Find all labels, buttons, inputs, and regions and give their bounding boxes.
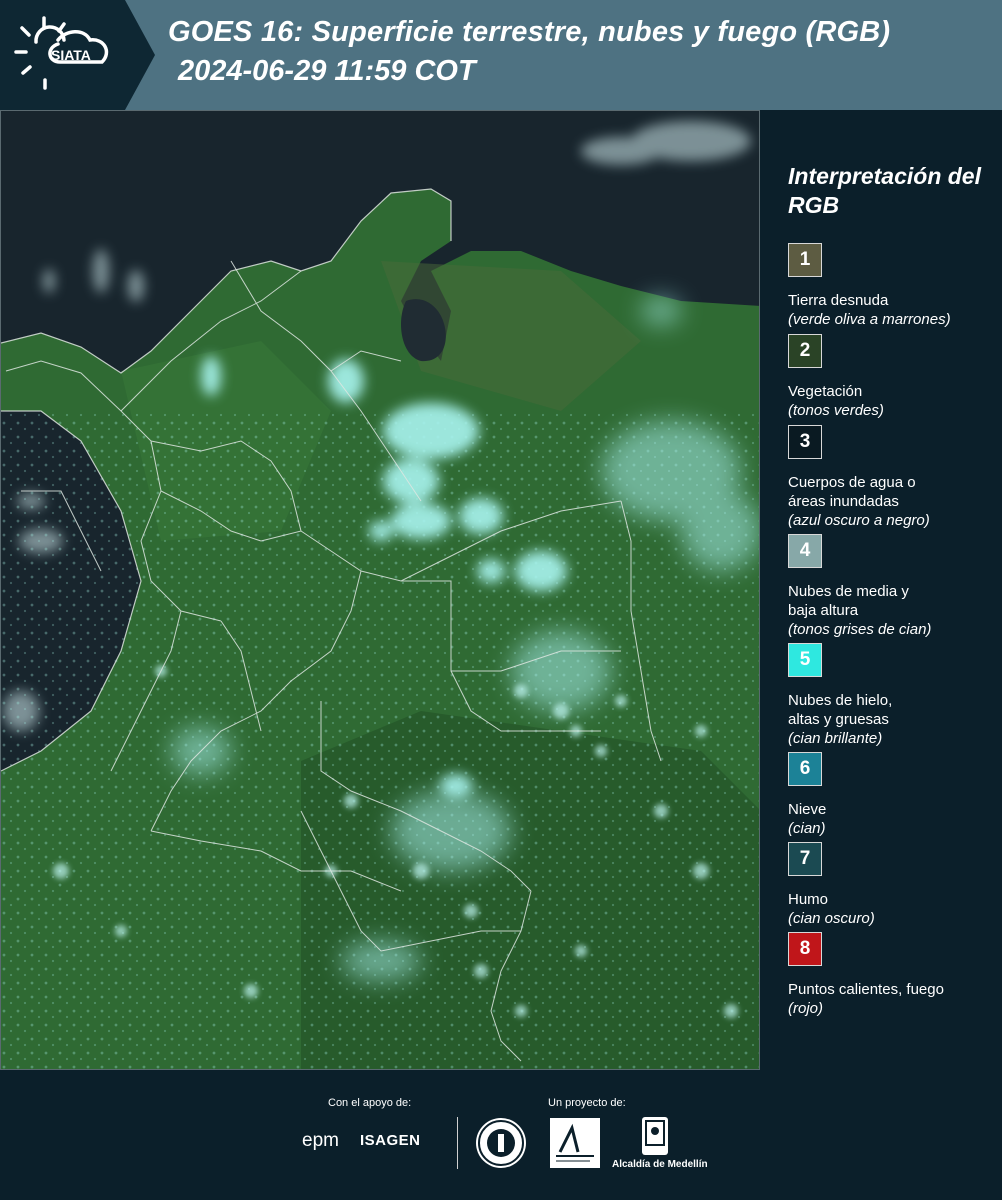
legend-item-5: 5 Nubes de hielo, altas y gruesas (cian … [788,643,998,748]
legend-label-7: Humo [788,891,829,908]
project-label: Un proyecto de: [548,1097,626,1109]
legend-label-2: Vegetación [788,383,863,400]
legend-item-8: 8 Puntos calientes, fuego (rojo) [788,932,998,1018]
legend-swatch-6: 6 [788,752,822,786]
alcaldia-shield-icon [642,1117,668,1155]
footer: Con el apoyo de: Un proyecto de: epm ISA… [0,1070,1002,1200]
alcaldia-label: Alcaldía de Medellín [612,1159,708,1170]
university-emblem [476,1118,526,1168]
legend-swatch-2: 2 [788,334,822,368]
legend-label-3: Cuerpos de agua o áreas inundadas [788,474,916,510]
legend-note-3: (azul oscuro a negro) [788,512,930,529]
footer-divider [457,1117,458,1169]
image-datetime: 2024-06-29 11:59 COT [178,55,476,87]
legend-item-2: 2 Vegetación (tonos verdes) [788,334,998,420]
legend-note-4: (tonos grises de cian) [788,621,932,638]
legend-swatch-3: 3 [788,425,822,459]
legend-note-1: (verde oliva a marrones) [788,311,951,328]
legend-note-6: (cian) [788,820,826,837]
legend-item-6: 6 Nieve (cian) [788,752,998,838]
page-title: GOES 16: Superficie terrestre, nubes y f… [168,16,891,48]
legend-swatch-7: 7 [788,842,822,876]
legend-label-6: Nieve [788,801,827,818]
legend-note-2: (tonos verdes) [788,402,884,419]
support-label: Con el apoyo de: [328,1097,412,1109]
legend-label-8: Puntos calientes, fuego [788,981,944,998]
isagen-logo: ISAGEN [360,1132,421,1149]
satellite-map[interactable] [0,110,760,1070]
logo-text: SIATA [51,47,91,63]
legend-swatch-1: 1 [788,243,822,277]
legend-item-3: 3 Cuerpos de agua o áreas inundadas (azu… [788,425,998,530]
area-metropolitana-logo [550,1118,600,1168]
legend-item-7: 7 Humo (cian oscuro) [788,842,998,928]
legend-swatch-4: 4 [788,534,822,568]
legend-note-8: (rojo) [788,1000,824,1017]
legend-item-4: 4 Nubes de media y baja altura (tonos gr… [788,534,998,639]
epm-logo: epm [302,1130,339,1151]
legend-note-5: (cian brillante) [788,730,883,747]
legend-item-1: 1 Tierra desnuda (verde oliva a marrones… [788,243,998,329]
legend-label-1: Tierra desnuda [788,292,889,309]
legend-title: Interpretación del RGB [788,163,981,218]
siata-logo: SIATA [0,0,155,110]
legend-label-5: Nubes de hielo, altas y gruesas [788,692,893,728]
legend-note-7: (cian oscuro) [788,910,875,927]
legend-panel: Interpretación del RGB 1 Tierra desnuda … [762,110,1002,1070]
legend-swatch-8: 8 [788,932,822,966]
legend-swatch-5: 5 [788,643,822,677]
legend-label-4: Nubes de media y baja altura [788,583,909,619]
header-bar: SIATA GOES 16: Superficie terrestre, nub… [0,0,1002,110]
